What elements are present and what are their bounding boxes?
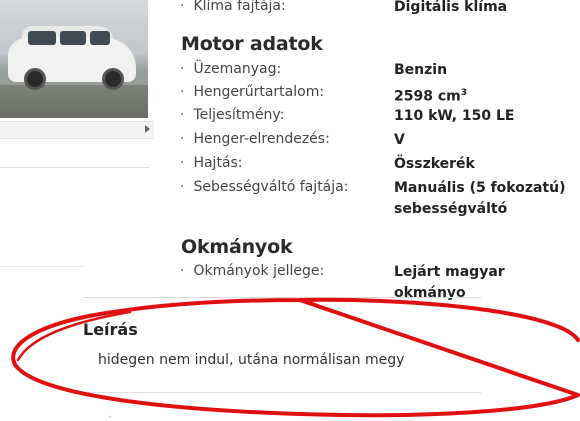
red-ellipse-annotation [11,297,580,418]
